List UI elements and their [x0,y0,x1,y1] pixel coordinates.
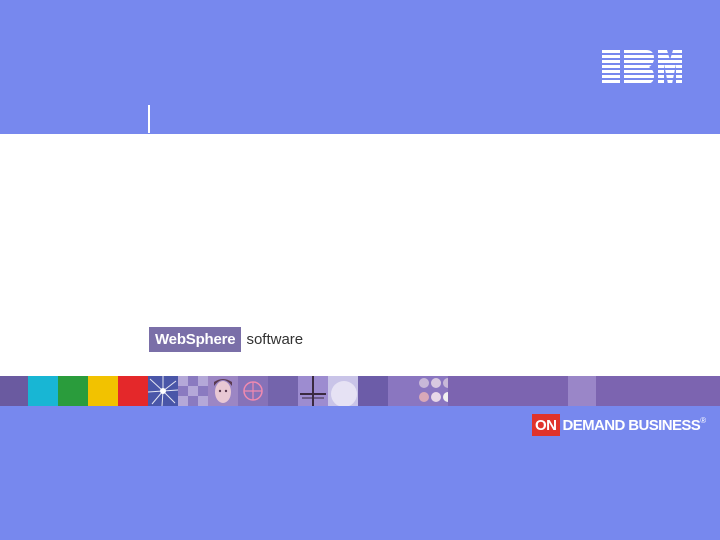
mosaic-tile [596,376,720,406]
on-demand-text: DEMAND BUSINESS [562,416,701,434]
websphere-software-word: software [246,331,304,348]
websphere-brand: WebSphere [149,327,242,352]
mosaic-tile-red [118,376,148,406]
mosaic-tile [0,376,28,406]
header-band [0,0,720,134]
ibm-logo-icon [602,50,682,84]
mosaic-tile-crosshair [298,376,328,406]
image-mosaic-strip [0,376,720,406]
mosaic-tile [448,376,568,406]
portrait-icon [214,379,232,403]
header-divider [148,105,150,133]
on-demand-business-logo: ON DEMAND BUSINESS ® [532,414,706,436]
dot-grid-icon [419,378,448,402]
checker-pattern-icon [178,376,208,406]
ibm-logo [602,50,682,84]
sphere-icon [331,381,357,406]
mosaic-tile-pattern [178,376,208,406]
on-demand-on-box: ON [532,414,560,436]
mosaic-tile-green [58,376,88,406]
mosaic-tile-cyan [28,376,58,406]
mosaic-tile [268,376,298,406]
mosaic-tile-yellow [88,376,118,406]
content-area [0,134,720,376]
mosaic-tile-portrait [208,376,238,406]
registered-mark: ® [700,416,707,425]
crosshair-icon [300,376,326,406]
websphere-logo: WebSphere software [149,327,303,352]
mosaic-tile-starburst [148,376,178,406]
globe-icon [243,381,263,401]
mosaic-tile-dots [388,376,448,406]
starburst-icon [148,376,178,406]
mosaic-tile [568,376,596,406]
mosaic-tile-sphere [328,376,358,406]
mosaic-tile [358,376,388,406]
mosaic-tile-globe [238,376,268,406]
